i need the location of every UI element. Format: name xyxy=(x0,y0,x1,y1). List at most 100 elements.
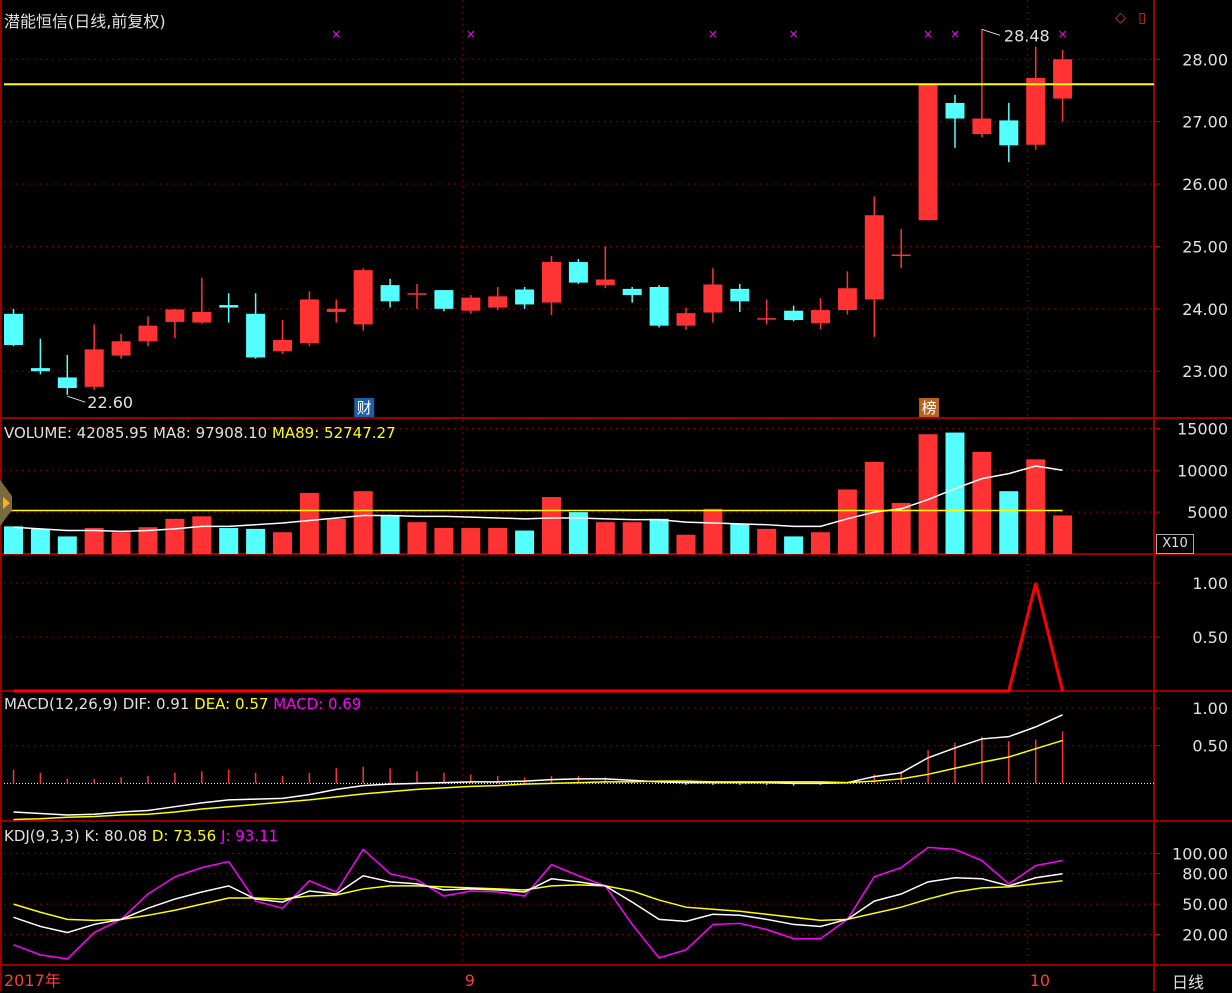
volume-bar xyxy=(192,516,212,554)
candle-down xyxy=(246,313,266,358)
volume-bar xyxy=(488,528,508,554)
window-icons[interactable]: ◇ ▯ xyxy=(1115,10,1150,26)
high-price-label: 28.48 xyxy=(1004,26,1050,45)
volume-tick-label: 15000 xyxy=(1177,419,1228,438)
volume-bar xyxy=(84,528,104,554)
candle-down xyxy=(730,288,750,302)
volume-bar xyxy=(273,532,292,554)
volume-bar xyxy=(1053,515,1073,554)
kdj-tick-label: 20.00 xyxy=(1182,926,1228,945)
volume-bar xyxy=(972,451,992,554)
kdj-tick-label: 100.00 xyxy=(1172,844,1228,863)
volume-bar xyxy=(703,508,723,554)
volume-scale-button[interactable]: X10 xyxy=(1156,534,1194,554)
candle-up xyxy=(1053,59,1073,99)
candle-down xyxy=(434,290,454,309)
price-tick-label: 28.00 xyxy=(1182,50,1228,69)
candle-up xyxy=(138,325,158,342)
event-tag-label: 财 xyxy=(357,399,372,417)
candle-up xyxy=(407,293,427,295)
kdj-tick-label: 80.00 xyxy=(1182,865,1228,884)
volume-bar xyxy=(246,528,266,554)
candle-down xyxy=(568,262,588,283)
candle-up xyxy=(273,340,292,352)
candle-down xyxy=(784,310,804,321)
kdj-j-line xyxy=(13,846,1063,960)
low-pointer xyxy=(67,395,86,403)
signal-tick-label: 1.00 xyxy=(1192,574,1228,593)
candle-up xyxy=(461,297,481,311)
volume-bar xyxy=(219,528,239,554)
candle-up xyxy=(111,341,131,356)
volume-ma8: MA8: 97908.10 xyxy=(153,424,268,442)
volume-bar xyxy=(1026,459,1046,554)
volume-bar xyxy=(595,522,615,554)
volume-value: 42085.95 xyxy=(76,424,149,442)
volume-bar xyxy=(4,526,23,554)
volume-header: VOLUME: 42085.95 MA8: 97908.10 MA89: 527… xyxy=(4,424,396,442)
candle-down xyxy=(57,377,77,389)
price-tick-label: 27.00 xyxy=(1182,113,1228,132)
volume-bar xyxy=(57,536,77,554)
chart-title: 潜能恒信(日线,前复权) xyxy=(4,12,166,31)
candle-up xyxy=(326,308,346,312)
macd-dif: DIF: 0.91 xyxy=(122,695,190,713)
price-tick-label: 24.00 xyxy=(1182,300,1228,319)
volume-tick-label: 10000 xyxy=(1177,461,1228,480)
kdj-k: K: 80.08 xyxy=(84,827,148,845)
macd-tick-label: 1.00 xyxy=(1192,699,1228,718)
candle-up xyxy=(542,262,561,303)
volume-name: VOLUME: xyxy=(4,424,72,442)
price-tick-label: 23.00 xyxy=(1182,362,1228,381)
candle-up xyxy=(891,254,911,257)
volume-bar xyxy=(730,523,750,554)
kdj-header: KDJ(9,3,3) K: 80.08 D: 73.56 J: 93.11 xyxy=(4,827,278,845)
volume-bar xyxy=(784,536,804,554)
price-tick-label: 25.00 xyxy=(1182,237,1228,256)
volume-tick-label: 5000 xyxy=(1187,503,1228,522)
candle-down xyxy=(649,286,669,326)
volume-bar xyxy=(999,491,1019,554)
candle-up xyxy=(918,84,938,221)
volume-bar xyxy=(622,522,642,554)
kdj-name: KDJ(9,3,3) xyxy=(4,827,80,845)
kdj-j: J: 93.11 xyxy=(220,827,279,845)
candle-down xyxy=(4,313,23,346)
candle-up xyxy=(488,296,508,308)
macd-dea: DEA: 0.57 xyxy=(194,695,269,713)
volume-bar xyxy=(945,432,965,554)
candle-down xyxy=(945,102,965,119)
volume-bar xyxy=(326,518,346,554)
macd-value: MACD: 0.69 xyxy=(273,695,362,713)
candle-down xyxy=(219,305,239,308)
volume-bar xyxy=(380,515,400,554)
high-pointer xyxy=(981,28,1001,36)
volume-bar xyxy=(111,532,131,554)
volume-bar xyxy=(461,528,481,554)
signal-marker: × xyxy=(1058,27,1068,41)
signal-marker: × xyxy=(789,27,799,41)
kdj-d: D: 73.56 xyxy=(151,827,217,845)
event-tag-label: 榜 xyxy=(922,399,937,417)
period-label[interactable]: 日线 xyxy=(1172,969,1204,993)
candle-down xyxy=(622,288,642,296)
candle-up xyxy=(837,288,857,311)
volume-bar xyxy=(757,528,777,554)
volume-bar xyxy=(676,534,696,554)
candle-up xyxy=(676,313,696,326)
signal-marker: × xyxy=(466,27,476,41)
macd-name: MACD(12,26,9) xyxy=(4,695,118,713)
volume-bar xyxy=(165,518,185,554)
signal-tick-label: 0.50 xyxy=(1192,628,1228,647)
candle-down xyxy=(380,285,400,302)
candle-down xyxy=(30,368,50,372)
candle-up xyxy=(811,310,830,324)
date-axis-label: 10 xyxy=(1030,971,1050,990)
candle-up xyxy=(353,270,373,325)
volume-bar xyxy=(434,528,454,554)
signal-marker: × xyxy=(331,27,341,41)
candle-up xyxy=(703,284,723,313)
signal-marker: × xyxy=(923,27,933,41)
macd-dif-line xyxy=(13,714,1063,816)
date-axis-label: 9 xyxy=(465,971,475,990)
